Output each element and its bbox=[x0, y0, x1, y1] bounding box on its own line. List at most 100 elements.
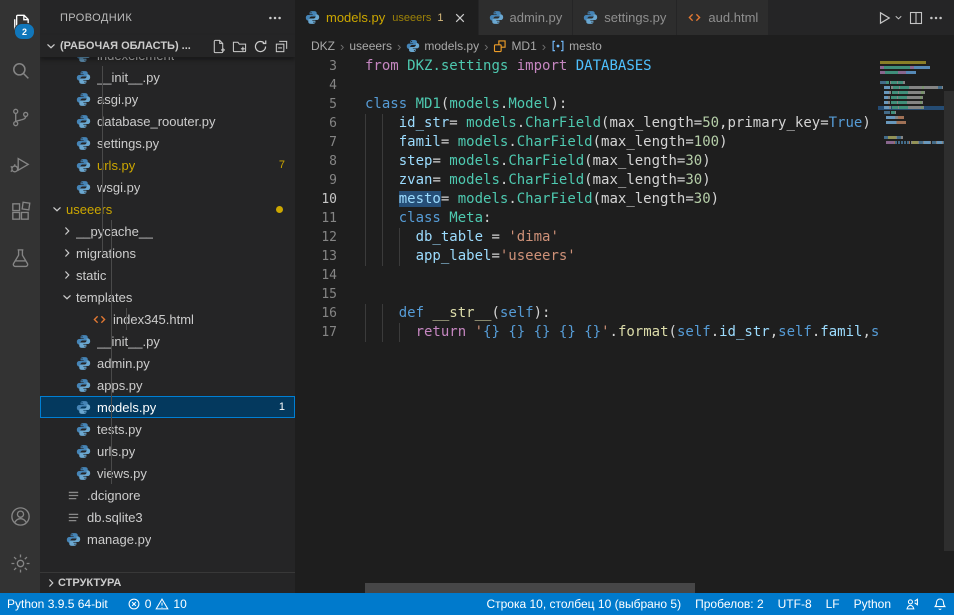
line-number: 6 bbox=[295, 114, 337, 133]
status-eol[interactable]: LF bbox=[819, 593, 847, 615]
split-editor-icon[interactable] bbox=[908, 10, 924, 26]
status-cursor-position[interactable]: Строка 10, столбец 10 (выбрано 5) bbox=[479, 593, 688, 615]
new-file-icon[interactable] bbox=[211, 39, 226, 54]
tree-item-views.py[interactable]: views.py bbox=[40, 462, 295, 484]
code-line-13[interactable]: 13 app_label='useeers' bbox=[295, 247, 954, 266]
file-icon bbox=[66, 510, 81, 525]
activity-bar-item-accounts[interactable] bbox=[0, 493, 40, 540]
vertical-scrollbar[interactable] bbox=[944, 57, 954, 593]
tree-item-__pycache__[interactable]: __pycache__ bbox=[40, 220, 295, 242]
tree-item-database_roouter.py[interactable]: database_roouter.py bbox=[40, 110, 295, 132]
code-line-15[interactable]: 15 bbox=[295, 285, 954, 304]
collapse-all-icon[interactable] bbox=[274, 39, 289, 54]
line-number: 12 bbox=[295, 228, 337, 247]
code-line-16[interactable]: 16 def __str__(self): bbox=[295, 304, 954, 323]
tree-item-urls.py[interactable]: urls.py7 bbox=[40, 154, 295, 176]
activity-bar-item-settings[interactable] bbox=[0, 540, 40, 587]
breadcrumb-separator: › bbox=[340, 39, 344, 54]
python-icon bbox=[76, 422, 91, 437]
tree-item-__init__.py[interactable]: __init__.py bbox=[40, 330, 295, 352]
tree-item-manage.py[interactable]: manage.py bbox=[40, 528, 295, 550]
activity-bar-item-search[interactable] bbox=[0, 47, 40, 94]
tree-item-index345.html[interactable]: index345.html bbox=[40, 308, 295, 330]
tree-item-urls.py[interactable]: urls.py bbox=[40, 440, 295, 462]
vertical-scrollbar-slider[interactable] bbox=[944, 91, 954, 551]
tree-item-tests.py[interactable]: tests.py bbox=[40, 418, 295, 440]
tree-item-db.sqlite3[interactable]: db.sqlite3 bbox=[40, 506, 295, 528]
code-line-5[interactable]: 5 class MD1(models.Model): bbox=[295, 95, 954, 114]
close-icon[interactable] bbox=[452, 10, 468, 26]
status-feedback[interactable] bbox=[898, 593, 926, 615]
tree-item-settings.py[interactable]: settings.py bbox=[40, 132, 295, 154]
tree-item-migrations[interactable]: migrations bbox=[40, 242, 295, 264]
code-line-11[interactable]: 11 class Meta: bbox=[295, 209, 954, 228]
tree-item-wsgi.py[interactable]: wsgi.py bbox=[40, 176, 295, 198]
tree-item-models.py[interactable]: models.py1 bbox=[40, 396, 295, 418]
code-line-14[interactable]: 14 bbox=[295, 266, 954, 285]
tree-item-__init__.py[interactable]: __init__.py bbox=[40, 66, 295, 88]
code-line-6[interactable]: 6 id_str= models.CharField(max_length=50… bbox=[295, 114, 954, 133]
tab-settings.py[interactable]: settings.py bbox=[573, 0, 677, 35]
tab-label: settings.py bbox=[604, 10, 666, 25]
workspace-section-header[interactable]: (РАБОЧАЯ ОБЛАСТЬ) ... bbox=[40, 35, 295, 57]
line-number: 16 bbox=[295, 304, 337, 323]
run-dropdown-icon[interactable] bbox=[893, 12, 904, 23]
more-actions-icon[interactable] bbox=[928, 10, 944, 26]
code-line-8[interactable]: 8 step= models.CharField(max_length=30) bbox=[295, 152, 954, 171]
code-line-10[interactable]: 10 mesto= models.CharField(max_length=30… bbox=[295, 190, 954, 209]
code-line-3[interactable]: 3 from DKZ.settings import DATABASES bbox=[295, 57, 954, 76]
tree-item-.dcignore[interactable]: .dcignore bbox=[40, 484, 295, 506]
explorer-more-actions-icon[interactable] bbox=[267, 10, 283, 26]
horizontal-scrollbar[interactable] bbox=[365, 583, 695, 593]
activity-bar-item-run-debug[interactable] bbox=[0, 141, 40, 188]
status-problems[interactable]: 010 bbox=[120, 597, 194, 611]
code-line-9[interactable]: 9 zvan= models.CharField(max_length=30) bbox=[295, 171, 954, 190]
python-icon bbox=[76, 180, 91, 195]
breadcrumb-item-useeers[interactable]: useeers bbox=[349, 39, 392, 53]
line-number: 8 bbox=[295, 152, 337, 171]
python-icon bbox=[76, 57, 91, 63]
chevron-down-icon bbox=[50, 202, 64, 216]
activity-bar-top: 2 bbox=[0, 0, 40, 282]
activity-bar-item-testing[interactable] bbox=[0, 235, 40, 282]
status-notifications[interactable] bbox=[926, 593, 954, 615]
tree-item-useeers[interactable]: useeers bbox=[40, 198, 295, 220]
code-editor[interactable]: 3 from DKZ.settings import DATABASES 4 5… bbox=[295, 57, 954, 593]
code-line-4[interactable]: 4 bbox=[295, 76, 954, 95]
run-icon[interactable] bbox=[876, 10, 892, 26]
breadcrumb-item-MD1[interactable]: MD1 bbox=[493, 39, 536, 53]
python-icon bbox=[76, 70, 91, 85]
tree-item-asgi.py[interactable]: asgi.py bbox=[40, 88, 295, 110]
line-number: 11 bbox=[295, 209, 337, 228]
tree-item-admin.py[interactable]: admin.py bbox=[40, 352, 295, 374]
workspace-section-actions bbox=[211, 39, 289, 54]
code-line-17[interactable]: 17 return '{} {} {} {} {}'.format(self.i… bbox=[295, 323, 954, 342]
breadcrumb-item-mesto[interactable]: mesto bbox=[551, 39, 602, 53]
tree-item-indexelement[interactable]: indexelement bbox=[40, 57, 295, 66]
status-python-interpreter[interactable]: Python 3.9.5 64-bit bbox=[0, 597, 115, 611]
status-indentation[interactable]: Пробелов: 2 bbox=[688, 593, 771, 615]
tab-aud.html[interactable]: aud.html bbox=[677, 0, 769, 35]
activity-bar-item-source-control[interactable] bbox=[0, 94, 40, 141]
status-language-mode[interactable]: Python bbox=[847, 593, 898, 615]
code-line-12[interactable]: 12 db_table = 'dima' bbox=[295, 228, 954, 247]
new-folder-icon[interactable] bbox=[232, 39, 247, 54]
outline-section-header[interactable]: СТРУКТУРА bbox=[40, 572, 295, 593]
tree-item-apps.py[interactable]: apps.py bbox=[40, 374, 295, 396]
activity-bar-item-extensions[interactable] bbox=[0, 188, 40, 235]
refresh-icon[interactable] bbox=[253, 39, 268, 54]
breadcrumb-item-DKZ[interactable]: DKZ bbox=[311, 39, 335, 53]
chevron-down-icon bbox=[60, 290, 74, 304]
tab-admin.py[interactable]: admin.py bbox=[479, 0, 574, 35]
outline-label: СТРУКТУРА bbox=[58, 577, 121, 589]
tree-item-templates[interactable]: templates bbox=[40, 286, 295, 308]
extensions-icon bbox=[9, 200, 32, 223]
status-encoding[interactable]: UTF-8 bbox=[771, 593, 819, 615]
minimap[interactable] bbox=[878, 57, 944, 593]
breadcrumb-item-models.py[interactable]: models.py bbox=[406, 39, 479, 53]
tree-item-static[interactable]: static bbox=[40, 264, 295, 286]
code-line-7[interactable]: 7 famil= models.CharField(max_length=100… bbox=[295, 133, 954, 152]
tab-models.py[interactable]: models.py useeers 1 bbox=[295, 0, 479, 35]
breadcrumb-separator: › bbox=[542, 39, 546, 54]
activity-bar-item-explorer[interactable]: 2 bbox=[0, 0, 40, 47]
